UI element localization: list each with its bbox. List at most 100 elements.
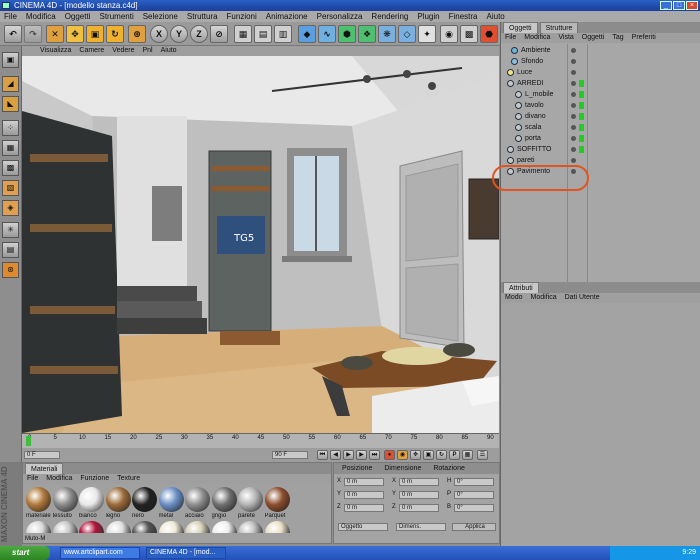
viewport-menu-item-1[interactable]: Camere xyxy=(79,46,104,56)
menu-item-9[interactable]: Rendering xyxy=(371,11,408,22)
live-select-icon[interactable]: ✕ xyxy=(46,25,64,43)
snap-tool-icon[interactable]: ▤ xyxy=(2,242,19,258)
keyframe-param-icon[interactable]: P xyxy=(449,450,460,460)
keyframe-scale-icon[interactable]: ▣ xyxy=(423,450,434,460)
coord-mode-select[interactable]: Oggetto xyxy=(338,523,388,531)
material-swatch[interactable] xyxy=(238,521,263,533)
object-row[interactable]: porta xyxy=(503,133,699,144)
object-row[interactable]: Luce xyxy=(503,67,699,78)
object-row[interactable]: divano xyxy=(503,111,699,122)
object-row[interactable]: Ambiente xyxy=(503,45,699,56)
maximize-button[interactable]: □ xyxy=(673,1,685,10)
scale-icon[interactable]: ▣ xyxy=(86,25,104,43)
menu-item-11[interactable]: Finestra xyxy=(449,11,478,22)
prev-frame-icon[interactable]: ◀ xyxy=(330,450,341,460)
end-frame-field[interactable]: 90 F xyxy=(272,451,308,459)
menu-item-6[interactable]: Funzioni xyxy=(227,11,257,22)
start-button[interactable]: start xyxy=(0,546,50,560)
use-model-tool-icon[interactable]: ◢ xyxy=(2,76,19,92)
coord-value-field[interactable]: 0° xyxy=(454,504,494,512)
spline-icon[interactable]: ∿ xyxy=(318,25,336,43)
y-axis-icon[interactable]: Y xyxy=(170,25,188,43)
menu-item-5[interactable]: Struttura xyxy=(187,11,218,22)
attr-menu-item-0[interactable]: Modo xyxy=(505,293,523,303)
use-object-tool-icon[interactable]: ◣ xyxy=(2,96,19,112)
menu-item-4[interactable]: Selezione xyxy=(143,11,178,22)
coord-value-field[interactable]: 0° xyxy=(454,491,494,499)
menu-item-7[interactable]: Animazione xyxy=(266,11,308,22)
enabled-check[interactable] xyxy=(579,113,584,120)
menu-item-3[interactable]: Strumenti xyxy=(99,11,133,22)
material-swatch[interactable] xyxy=(26,521,51,533)
material-swatch[interactable] xyxy=(79,521,104,533)
object-row[interactable]: Sfondo xyxy=(503,56,699,67)
cube-primitive-icon[interactable]: ◆ xyxy=(298,25,316,43)
material-swatch[interactable] xyxy=(211,521,237,533)
material-swatch[interactable] xyxy=(52,487,78,512)
coordinate-system-icon[interactable]: ⊘ xyxy=(210,25,228,43)
material-swatch[interactable] xyxy=(132,521,157,533)
enabled-check[interactable] xyxy=(579,146,584,153)
om-menu-item-4[interactable]: Tag xyxy=(612,33,623,43)
visibility-dot[interactable] xyxy=(571,70,576,75)
material-swatch[interactable] xyxy=(105,521,131,533)
menu-item-1[interactable]: Modifica xyxy=(26,11,56,22)
keyframe-rot-icon[interactable]: ↻ xyxy=(436,450,447,460)
enabled-check[interactable] xyxy=(579,91,584,98)
attr-menu-item-1[interactable]: Modifica xyxy=(531,293,557,303)
material-swatch[interactable] xyxy=(79,487,104,512)
z-axis-icon[interactable]: Z xyxy=(190,25,208,43)
x-axis-icon[interactable]: X xyxy=(150,25,168,43)
material-menu-item-0[interactable]: File xyxy=(27,474,38,484)
material-swatch[interactable] xyxy=(185,521,210,533)
om-menu-item-0[interactable]: File xyxy=(505,33,516,43)
material-swatch[interactable] xyxy=(264,521,290,533)
autokey-icon[interactable]: ◉ xyxy=(397,450,408,460)
material-menu-item-2[interactable]: Funzione xyxy=(80,474,109,484)
viewport-menu-item-0[interactable]: Visualizza xyxy=(40,46,71,56)
visibility-dot[interactable] xyxy=(571,136,576,141)
coord-size-select[interactable]: Dimens. xyxy=(396,523,446,531)
menu-item-10[interactable]: Plugin xyxy=(417,11,439,22)
texture-tool-icon[interactable]: ▧ xyxy=(2,180,19,196)
om-menu-item-3[interactable]: Oggetti xyxy=(582,33,605,43)
attr-menu-item-2[interactable]: Dati Utente xyxy=(565,293,600,303)
enabled-check[interactable] xyxy=(579,102,584,109)
menu-item-12[interactable]: Aiuto xyxy=(487,11,505,22)
om-menu-item-2[interactable]: Vista xyxy=(558,33,573,43)
menu-item-0[interactable]: File xyxy=(4,11,17,22)
render-picture-viewer-icon[interactable]: ▤ xyxy=(254,25,272,43)
visibility-dot[interactable] xyxy=(571,59,576,64)
om-tab-0[interactable]: Oggetti xyxy=(503,22,538,33)
record-icon[interactable]: ● xyxy=(384,450,395,460)
menu-item-8[interactable]: Personalizza xyxy=(317,11,363,22)
start-frame-field[interactable]: 0 F xyxy=(24,451,60,459)
camera-icon[interactable]: ◉ xyxy=(440,25,458,43)
polygons-tool-icon[interactable]: ▩ xyxy=(2,160,19,176)
viewport-menu-item-4[interactable]: Aiuto xyxy=(161,46,177,56)
viewport-menu-item-2[interactable]: Vedere xyxy=(112,46,134,56)
playhead[interactable] xyxy=(26,436,31,446)
material-swatch[interactable] xyxy=(132,487,157,512)
material-swatch[interactable] xyxy=(52,521,78,533)
material-swatch[interactable] xyxy=(158,521,184,533)
rotate-icon[interactable]: ↻ xyxy=(106,25,124,43)
undo-icon[interactable]: ↶ xyxy=(4,25,22,43)
timeline[interactable]: 051015202530354045505560657075808590 xyxy=(22,433,499,448)
render-settings-icon[interactable]: ▥ xyxy=(274,25,292,43)
material-swatch[interactable] xyxy=(264,487,290,512)
viewport-menu-item-3[interactable]: Pnl xyxy=(142,46,152,56)
make-editable-icon[interactable]: ▣ xyxy=(2,52,19,68)
visibility-dot[interactable] xyxy=(571,147,576,152)
task-cinema4d[interactable]: CINEMA 4D - [mod... xyxy=(146,547,226,559)
tweak-tool-icon[interactable]: ✳ xyxy=(2,222,19,238)
keyframe-pos-icon[interactable]: ✥ xyxy=(410,450,421,460)
deformer-icon[interactable]: ❋ xyxy=(378,25,396,43)
visibility-dot[interactable] xyxy=(571,158,576,163)
om-tab-1[interactable]: Strutture xyxy=(539,22,579,33)
nurbs-icon[interactable]: ⬢ xyxy=(338,25,356,43)
material-tab-0[interactable]: Materiali xyxy=(25,463,64,474)
first-frame-icon[interactable]: ⏮ xyxy=(317,450,328,460)
material-menu-item-3[interactable]: Texture xyxy=(117,474,140,484)
points-tool-icon[interactable]: ⁘ xyxy=(2,120,19,136)
